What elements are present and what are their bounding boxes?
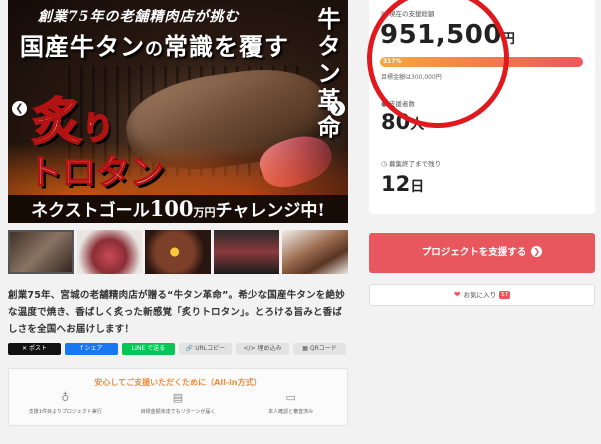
- next-goal-banner: ネクストゴール100万円チャレンジ中!: [8, 195, 348, 223]
- hero-product-char: 炙: [31, 91, 83, 152]
- share-buttons: ✕ ポスト f シェア LINE で送る 🔗 URLコピー </> 埋め込み ▦…: [8, 343, 348, 355]
- document-icon: ▤: [172, 391, 184, 404]
- supporters-count: 80人: [381, 110, 424, 134]
- share-facebook-button[interactable]: f シェア: [65, 343, 118, 355]
- money-bag-icon: ♁: [61, 391, 70, 404]
- clock-icon: ◷: [381, 160, 388, 168]
- supporters-count-value: 80: [381, 110, 411, 134]
- safety-item-label: 本人確認と審査済み: [268, 409, 314, 415]
- days-left-label-text: 募集終了まで残り: [389, 160, 441, 168]
- banner-text: ネクストゴール: [31, 201, 150, 221]
- hero-title-part: 国産牛タン: [20, 32, 145, 61]
- hero-title-part: の: [145, 39, 164, 60]
- hero-product-name-line1: 炙り: [31, 82, 115, 154]
- gallery-thumbnail[interactable]: [8, 230, 74, 274]
- raised-label-text: 現在の支援総額: [389, 10, 435, 18]
- favorite-button[interactable]: ❤ お気に入り 57: [369, 284, 595, 306]
- chevron-left-icon[interactable]: ❮: [12, 101, 27, 116]
- share-x-button[interactable]: ✕ ポスト: [8, 343, 61, 355]
- chevron-right-icon[interactable]: ❯: [330, 101, 345, 116]
- raised-label: ▣現在の支援総額: [381, 8, 435, 18]
- supporters-label-text: 支援者数: [389, 100, 415, 108]
- target-amount: 目標金額は300,000円: [381, 74, 442, 81]
- favorite-count: 57: [499, 291, 511, 299]
- supporters-label: ● 支援者数: [381, 98, 415, 108]
- project-hero-image[interactable]: 創業75年の老舗精肉店が挑む 国産牛タンの常識を覆す 牛タン革命 炙り トロタン…: [8, 0, 348, 223]
- funding-progress-fill: [380, 57, 583, 67]
- arrow-right-icon: ❯: [531, 246, 543, 257]
- safety-item-label: 支援1件目よりプロジェクト実行: [28, 409, 102, 415]
- days-left-label: ◷ 募集終了まで残り: [381, 158, 441, 168]
- embed-button[interactable]: </> 埋め込み: [236, 343, 289, 355]
- qr-code-button[interactable]: ▦ QRコード: [293, 343, 346, 355]
- copy-url-button[interactable]: 🔗 URLコピー: [179, 343, 232, 355]
- gallery-thumbnail[interactable]: [213, 230, 280, 274]
- gallery-thumbnail[interactable]: [145, 230, 211, 274]
- hero-title: 国産牛タンの常識を覆す: [20, 27, 289, 62]
- support-button-label: プロジェクトを支援する: [421, 247, 527, 258]
- id-card-icon: ▭: [285, 391, 296, 404]
- favorite-label: お気に入り: [463, 291, 497, 299]
- banner-text: チャレンジ中!: [215, 201, 325, 221]
- days-left-value: 12: [381, 172, 411, 196]
- banner-unit: 万円: [193, 206, 216, 219]
- hero-title-part: 常識を覆す: [164, 32, 289, 61]
- gallery-thumbnail[interactable]: [76, 230, 143, 274]
- all-in-safety-info: 安心してご支援いただくために（All-in方式） ♁ 支援1件目よりプロジェクト…: [8, 368, 348, 426]
- days-left: 12日: [381, 172, 424, 196]
- person-icon: ●: [381, 100, 388, 108]
- funding-stats-panel: ▣現在の支援総額 951,500円 317% 目標金額は300,000円 ● 支援…: [369, 0, 595, 214]
- support-project-button[interactable]: プロジェクトを支援する ❯: [369, 233, 595, 273]
- project-description: 創業75年、宮城の老舗精肉店が贈る“牛タン革命”。希少な国産牛タンを絶妙な温度で…: [8, 290, 345, 335]
- gallery-thumbnails: [8, 230, 348, 274]
- safety-item: ▭ 本人確認と審査済み: [236, 391, 346, 415]
- raised-amount: 951,500円: [380, 20, 515, 50]
- safety-item: ▤ 目標金額未達でもリターンが届く: [123, 391, 233, 415]
- hero-vertical-title: 牛タン革命: [317, 6, 341, 141]
- funding-percent: 317%: [383, 58, 402, 65]
- hero-tagline: 創業75年の老舗精肉店が挑む: [38, 9, 240, 25]
- safety-title: 安心してご支援いただくために（All-in方式）: [94, 378, 262, 387]
- raised-amount-unit: 円: [501, 32, 516, 47]
- safety-item-label: 目標金額未達でもリターンが届く: [140, 409, 216, 415]
- supporters-count-unit: 人: [410, 117, 425, 133]
- gallery-thumbnail[interactable]: [282, 230, 348, 274]
- days-left-unit: 日: [410, 179, 425, 195]
- raised-amount-value: 951,500: [380, 20, 502, 50]
- hero-product-char: り: [81, 108, 115, 148]
- wallet-icon: ▣: [381, 10, 388, 18]
- safety-items: ♁ 支援1件目よりプロジェクト実行 ▤ 目標金額未達でもリターンが届く ▭ 本人…: [9, 391, 347, 415]
- banner-amount: 100: [149, 196, 194, 221]
- hero-product-name-line2: トロタン: [27, 152, 165, 194]
- funding-progress-bar: 317%: [380, 57, 583, 67]
- heart-icon: ❤: [453, 290, 461, 299]
- safety-item: ♁ 支援1件目よりプロジェクト実行: [10, 391, 120, 415]
- share-line-button[interactable]: LINE で送る: [122, 343, 175, 355]
